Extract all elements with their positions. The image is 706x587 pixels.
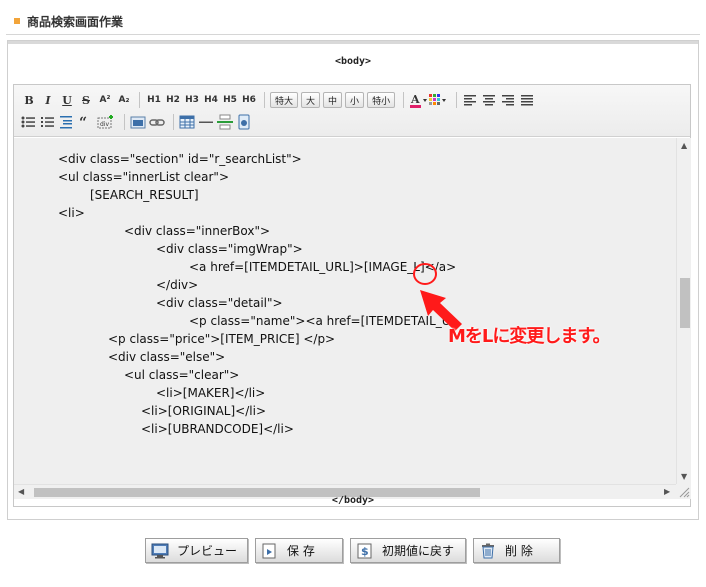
size-medium-button[interactable]: 中 xyxy=(323,92,343,108)
toolbar-separator xyxy=(173,114,174,130)
monitor-icon xyxy=(151,543,169,559)
size-large-button[interactable]: 大 xyxy=(301,92,321,108)
wysiwyg-editor: B I U S A² A₂ H1 H2 H3 H4 H5 H6 特大 大 中 小… xyxy=(13,84,691,507)
subscript-button[interactable]: A₂ xyxy=(115,91,133,109)
code-line: <ul class="innerList clear"> xyxy=(58,170,229,184)
embed-media-icon[interactable] xyxy=(236,114,252,130)
page-break-icon[interactable] xyxy=(217,114,233,130)
h1-button[interactable]: H1 xyxy=(145,91,163,109)
size-xlarge-button[interactable]: 特大 xyxy=(270,92,299,108)
vertical-scrollbar[interactable]: ▲ ▼ xyxy=(676,138,691,484)
editor-panel: <body> B I U S A² A₂ H1 H2 H3 H4 H5 H6 特… xyxy=(7,40,699,520)
code-line: <li>[ORIGINAL]</li> xyxy=(141,404,266,418)
h5-button[interactable]: H5 xyxy=(221,91,239,109)
save-button-label: 保 存 xyxy=(287,544,315,558)
code-line: <a href=[ITEMDETAIL_URL]>[IMAGE_L]</a> xyxy=(189,260,457,274)
h2-button[interactable]: H2 xyxy=(164,91,182,109)
align-justify-icon[interactable] xyxy=(519,92,535,108)
code-line: </div> xyxy=(156,278,199,292)
code-line: <div class="imgWrap"> xyxy=(156,242,303,256)
title-divider xyxy=(6,34,700,35)
size-small-button[interactable]: 小 xyxy=(345,92,365,108)
reset-button[interactable]: $ 初期値に戻す xyxy=(350,538,466,563)
preview-button-label: プレビュー xyxy=(177,544,238,558)
svg-text:A: A xyxy=(410,93,420,106)
body-open-tag: <body> xyxy=(334,56,372,67)
body-close-tag: </body> xyxy=(331,495,375,506)
reset-button-label: 初期値に戻す xyxy=(382,544,455,558)
action-button-row: プレビュー 保 存 $ 初期値に戻す 削 除 xyxy=(145,538,567,563)
h3-button[interactable]: H3 xyxy=(183,91,201,109)
code-line: <p class="price">[ITEM_PRICE] </p> xyxy=(108,332,336,346)
html-source-area[interactable]: <div class="section" id="r_searchList"> … xyxy=(14,138,676,484)
h6-button[interactable]: H6 xyxy=(240,91,258,109)
page-title: 商品検索画面作業 xyxy=(27,14,124,29)
italic-button[interactable]: I xyxy=(39,91,57,109)
link-icon[interactable] xyxy=(149,114,165,130)
panel-top-bar xyxy=(8,41,698,44)
toolbar-separator xyxy=(139,92,140,108)
code-line: <div class="else"> xyxy=(108,350,226,364)
code-line: <li>[UBRANDCODE]</li> xyxy=(141,422,294,436)
bold-button[interactable]: B xyxy=(20,91,38,109)
title-bullet-icon xyxy=(14,18,20,24)
delete-button[interactable]: 削 除 xyxy=(473,538,560,563)
annotation-text: MをLに変更します。 xyxy=(448,326,611,347)
horizontal-rule-icon[interactable] xyxy=(198,114,214,130)
toolbar-separator xyxy=(456,92,458,108)
code-line: <li>[MAKER]</li> xyxy=(156,386,266,400)
background-color-icon[interactable] xyxy=(428,92,448,108)
size-xsmall-button[interactable]: 特小 xyxy=(367,92,396,108)
align-center-icon[interactable] xyxy=(481,92,497,108)
code-line: <div class="detail"> xyxy=(156,296,283,310)
code-line: <p class="name"><a href=[ITEMDETAIL_U xyxy=(189,314,451,328)
indent-icon[interactable] xyxy=(58,114,74,130)
dollar-icon: $ xyxy=(356,543,374,559)
superscript-button[interactable]: A² xyxy=(96,91,114,109)
toolbar-row-2: “ div xyxy=(20,111,255,133)
h4-button[interactable]: H4 xyxy=(202,91,220,109)
editor-toolbar: B I U S A² A₂ H1 H2 H3 H4 H5 H6 特大 大 中 小… xyxy=(14,85,690,137)
toolbar-separator xyxy=(264,92,265,108)
strikethrough-button[interactable]: S xyxy=(77,91,95,109)
toolbar-row-1: B I U S A² A₂ H1 H2 H3 H4 H5 H6 特大 大 中 小… xyxy=(20,89,538,111)
table-icon[interactable] xyxy=(179,114,195,130)
insert-div-icon[interactable]: div xyxy=(96,114,116,130)
page-header: 商品検索画面作業 xyxy=(14,12,123,30)
image-icon[interactable] xyxy=(130,114,146,130)
toolbar-separator xyxy=(124,114,125,130)
scroll-down-icon[interactable]: ▼ xyxy=(681,472,687,482)
code-line: <div class="section" id="r_searchList"> xyxy=(58,152,302,166)
code-line: <li> xyxy=(58,206,85,220)
vertical-scroll-thumb[interactable] xyxy=(680,278,690,328)
scroll-up-icon[interactable]: ▲ xyxy=(681,141,687,151)
svg-text:div: div xyxy=(100,121,109,128)
code-line: <ul class="clear"> xyxy=(124,368,240,382)
trash-icon xyxy=(479,543,497,559)
toolbar-separator xyxy=(403,92,405,108)
svg-text:$: $ xyxy=(361,545,369,558)
delete-button-label: 削 除 xyxy=(505,544,533,558)
align-right-icon[interactable] xyxy=(500,92,516,108)
preview-button[interactable]: プレビュー xyxy=(145,538,248,563)
font-color-icon[interactable]: A xyxy=(409,92,428,108)
save-icon xyxy=(261,543,279,559)
code-line: <div class="innerBox"> xyxy=(124,224,271,238)
underline-button[interactable]: U xyxy=(58,91,76,109)
blockquote-icon[interactable]: “ xyxy=(77,114,93,131)
numbered-list-icon[interactable] xyxy=(39,114,55,130)
align-left-icon[interactable] xyxy=(462,92,478,108)
code-line: [SEARCH_RESULT] xyxy=(90,188,199,202)
bullet-list-icon[interactable] xyxy=(20,114,36,130)
save-button[interactable]: 保 存 xyxy=(255,538,343,563)
svg-text:“: “ xyxy=(79,115,87,130)
